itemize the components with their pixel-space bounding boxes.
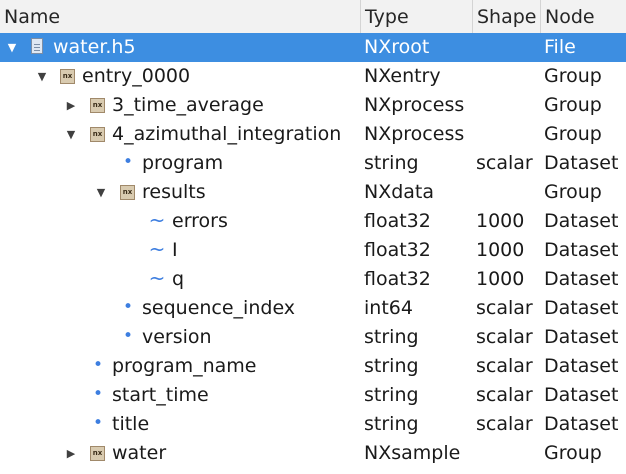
nx-group-icon: nx [90,98,105,113]
expand-arrow-icon[interactable]: ▼ [94,178,108,207]
row-shape: scalar [476,413,533,435]
header-shape[interactable]: Shape [473,0,541,33]
expand-arrow-icon[interactable]: ▼ [64,120,78,149]
scalar-dot-icon: • [122,297,134,317]
row-node: Group [544,442,602,464]
row-node: Dataset [544,384,619,406]
row-name: 3_time_average [112,94,264,116]
row-type: float32 [364,210,431,232]
tree-row-title[interactable]: • title string scalar Dataset [0,410,626,439]
scalar-dot-icon: • [122,326,134,346]
row-name: start_time [112,384,209,406]
row-node: Dataset [544,210,619,232]
tree-row-sequence-index[interactable]: • sequence_index int64 scalar Dataset [0,294,626,323]
row-node: Dataset [544,297,619,319]
tree-row-water-h5[interactable]: ▼ water.h5 NXroot File [0,33,626,62]
row-shape: scalar [476,152,533,174]
row-type: NXprocess [364,94,465,116]
tree-row-entry-0000[interactable]: ▼ nx entry_0000 NXentry Group [0,62,626,91]
collapsed-arrow-icon[interactable]: ▶ [64,91,78,120]
row-node: Group [544,181,602,203]
row-name: 4_azimuthal_integration [112,123,342,145]
collapsed-arrow-icon[interactable]: ▶ [64,439,78,468]
row-type: float32 [364,268,431,290]
row-name: I [172,239,178,261]
row-type: string [364,355,419,377]
tree-row-water[interactable]: ▶ nx water NXsample Group [0,439,626,468]
row-name: q [172,268,185,290]
tree-row-start-time[interactable]: • start_time string scalar Dataset [0,381,626,410]
expand-arrow-icon[interactable]: ▼ [5,33,19,62]
expand-arrow-icon[interactable]: ▼ [35,62,49,91]
row-node: File [544,36,576,58]
row-name: program_name [112,355,257,377]
nx-group-icon: nx [90,127,105,142]
row-type: NXsample [364,442,461,464]
row-name: sequence_index [142,297,296,319]
row-node: Dataset [544,239,619,261]
row-shape: scalar [476,326,533,348]
row-type: string [364,384,419,406]
row-node: Group [544,123,602,145]
file-icon [31,38,43,54]
row-name: entry_0000 [82,65,191,87]
row-type: NXprocess [364,123,465,145]
row-shape: scalar [476,355,533,377]
row-shape: 1000 [476,210,525,232]
tree-row-q[interactable]: ~ q float32 1000 Dataset [0,265,626,294]
row-name: water [112,442,167,464]
scalar-dot-icon: • [92,384,104,404]
row-node: Group [544,65,602,87]
header-node[interactable]: Node [541,0,626,33]
row-type: string [364,152,419,174]
row-type: NXroot [364,36,430,58]
row-shape: 1000 [476,239,525,261]
row-node: Group [544,94,602,116]
tree-row-results[interactable]: ▼ nx results NXdata Group [0,178,626,207]
hdf5-tree-view[interactable]: Name Type Shape Node ▼ water.h5 NXroot F… [0,0,626,474]
tree-row-version[interactable]: • version string scalar Dataset [0,323,626,352]
row-type: int64 [364,297,413,319]
row-type: float32 [364,239,431,261]
header-type[interactable]: Type [361,0,473,33]
column-header: Name Type Shape Node [0,0,626,34]
tree-row-program-name[interactable]: • program_name string scalar Dataset [0,352,626,381]
scalar-dot-icon: • [92,413,104,433]
row-type: string [364,326,419,348]
tree-row-program[interactable]: • program string scalar Dataset [0,149,626,178]
row-node: Dataset [544,152,619,174]
row-name: results [142,181,206,203]
row-type: string [364,413,419,435]
row-name: errors [172,210,228,232]
scalar-dot-icon: • [122,152,134,172]
tree-row-errors[interactable]: ~ errors float32 1000 Dataset [0,207,626,236]
row-node: Dataset [544,355,619,377]
array-wave-icon: ~ [148,266,166,290]
nx-group-icon: nx [90,446,105,461]
row-shape: 1000 [476,268,525,290]
array-wave-icon: ~ [148,237,166,261]
row-node: Dataset [544,268,619,290]
row-name: program [142,152,224,174]
row-node: Dataset [544,326,619,348]
row-type: NXdata [364,181,435,203]
scalar-dot-icon: • [92,355,104,375]
row-shape: scalar [476,384,533,406]
tree-row-4-azimuthal-integration[interactable]: ▼ nx 4_azimuthal_integration NXprocess G… [0,120,626,149]
row-name: water.h5 [53,36,136,58]
tree-row-i[interactable]: ~ I float32 1000 Dataset [0,236,626,265]
array-wave-icon: ~ [148,208,166,232]
row-type: NXentry [364,65,441,87]
header-name[interactable]: Name [0,0,361,33]
row-shape: scalar [476,297,533,319]
nx-group-icon: nx [60,69,75,84]
tree-row-3-time-average[interactable]: ▶ nx 3_time_average NXprocess Group [0,91,626,120]
row-node: Dataset [544,413,619,435]
row-name: title [112,413,150,435]
nx-group-icon: nx [120,185,135,200]
row-name: version [142,326,212,348]
